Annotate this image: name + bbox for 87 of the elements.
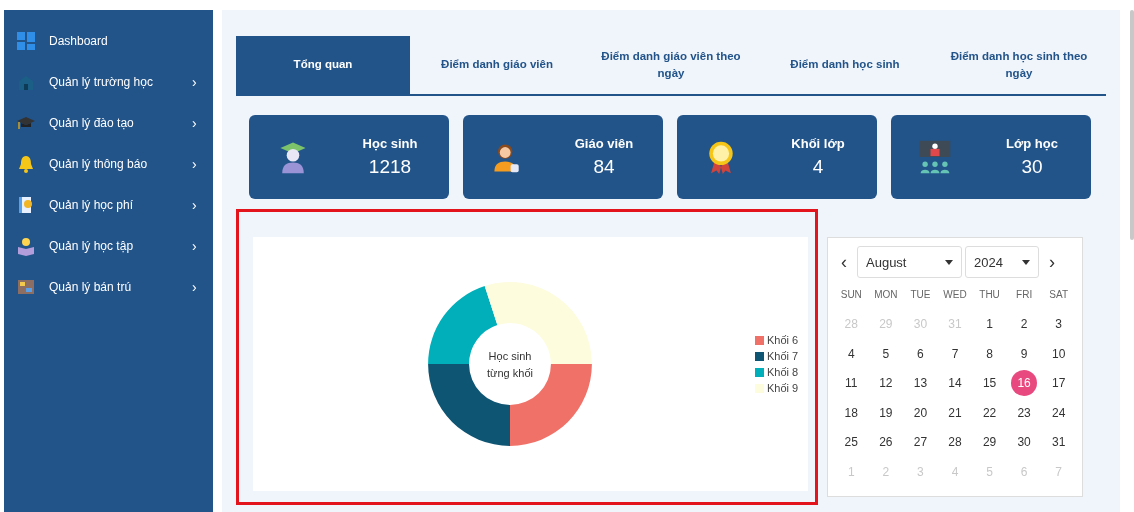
calendar-day[interactable]: 4 — [838, 340, 865, 367]
chevron-icon: › — [192, 278, 202, 295]
sidebar-label: Quản lý học phí — [49, 197, 135, 212]
scrollbar[interactable] — [1130, 10, 1134, 240]
previous-month-button[interactable]: ‹ — [834, 251, 854, 273]
sidebar-label: Quản lý đào tạo — [49, 115, 135, 130]
grid-icon — [16, 30, 36, 51]
sidebar-item[interactable]: Quản lý học tập › — [4, 225, 213, 266]
chart-center-label: Học sinh từng khối — [486, 348, 534, 381]
calendar-day[interactable]: 30 — [1011, 429, 1038, 456]
calendar-day[interactable]: 6 — [907, 340, 934, 367]
month-dropdown[interactable]: August — [857, 246, 962, 278]
tab[interactable]: Điểm danh giáo viên theo ngày — [584, 36, 758, 94]
calendar-day[interactable]: 16 — [1011, 370, 1038, 397]
calendar-day[interactable]: 2 — [1011, 311, 1038, 338]
sidebar-label: Quản lý bán trú — [49, 279, 133, 294]
calendar-day[interactable]: 15 — [976, 370, 1003, 397]
chevron-icon: › — [192, 155, 202, 172]
chevron-icon: › — [192, 73, 202, 90]
calendar-day[interactable]: 10 — [1045, 340, 1072, 367]
calendar-day[interactable]: 3 — [1045, 311, 1072, 338]
stat-value: 4 — [812, 156, 824, 178]
stat-label: Khối lớp — [791, 136, 845, 151]
weekday-label: TUE — [909, 289, 932, 301]
stat-value: 30 — [1021, 156, 1043, 178]
sidebar-item[interactable]: Quản lý đào tạo › — [4, 102, 213, 143]
stat-value: 1218 — [368, 156, 412, 178]
legend-label: Khối 6 — [767, 334, 799, 346]
calendar-day[interactable]: 8 — [976, 340, 1003, 367]
next-month-button[interactable]: › — [1042, 251, 1062, 273]
caret-icon — [945, 259, 953, 265]
calendar-day[interactable]: 13 — [907, 370, 934, 397]
calendar-day[interactable]: 27 — [907, 429, 934, 456]
weekday-label: MON — [873, 289, 899, 301]
legend-label: Khối 7 — [767, 350, 799, 362]
tab[interactable]: Điểm danh giáo viên — [410, 36, 584, 94]
calendar-day[interactable]: 22 — [976, 399, 1003, 426]
calendar-day[interactable]: 18 — [838, 399, 865, 426]
classroom-icon — [917, 139, 953, 175]
weekday-label: FRI — [1015, 289, 1034, 301]
sidebar-label: Quản lý trường học — [49, 74, 154, 89]
caret-icon — [1022, 259, 1030, 265]
calendar-day[interactable]: 26 — [872, 429, 899, 456]
calendar-day[interactable]: 7 — [942, 340, 968, 367]
sidebar-label: Quản lý học tập — [49, 238, 135, 253]
calendar-day[interactable]: 12 — [872, 370, 899, 397]
chevron-icon: › — [192, 196, 202, 213]
calendar-day[interactable]: 14 — [942, 370, 968, 397]
calendar-day[interactable]: 29 — [976, 429, 1003, 456]
calendar-day[interactable]: 25 — [838, 429, 865, 456]
calendar-day[interactable]: 1 — [976, 311, 1003, 338]
sidebar-item[interactable]: Dashboard — [4, 20, 213, 61]
sidebar-item[interactable]: Quản lý học phí › — [4, 184, 213, 225]
sidebar-label: Quản lý thông báo — [49, 156, 149, 171]
tab[interactable]: Điểm danh học sinh theo ngày — [932, 36, 1106, 94]
calendar-day[interactable]: 31 — [1045, 429, 1072, 456]
sidebar-item[interactable]: Quản lý thông báo › — [4, 143, 213, 184]
calendar-day[interactable]: 24 — [1045, 399, 1072, 426]
stat-label: Lớp học — [1006, 136, 1058, 151]
weekday-label: WED — [942, 289, 968, 301]
sidebar-label: Dashboard — [49, 33, 109, 48]
calendar-day[interactable]: 11 — [838, 370, 865, 397]
weekday-label: SUN — [839, 289, 863, 301]
calendar-day[interactable]: 17 — [1045, 370, 1072, 397]
bell-icon — [16, 153, 36, 174]
stat-label: Học sinh — [362, 136, 418, 151]
calendar-day[interactable]: 23 — [1011, 399, 1038, 426]
weekday-label: THU — [978, 289, 1001, 301]
legend-label: Khối 9 — [767, 382, 799, 394]
calendar-day[interactable]: 19 — [872, 399, 899, 426]
calendar-day[interactable]: 20 — [907, 399, 934, 426]
calendar-day[interactable]: 21 — [942, 399, 968, 426]
stat-value: 84 — [593, 156, 615, 178]
tab[interactable]: Điểm danh học sinh — [758, 36, 932, 94]
calendar-day[interactable]: 5 — [872, 340, 899, 367]
weekday-label: SAT — [1048, 289, 1070, 301]
sidebar-item[interactable]: Quản lý bán trú › — [4, 266, 213, 307]
lightbulb-icon — [16, 235, 36, 256]
year-dropdown[interactable]: 2024 — [965, 246, 1039, 278]
chevron-icon: › — [192, 237, 202, 254]
chevron-icon: › — [192, 114, 202, 131]
stat-label: Giáo viên — [574, 136, 634, 151]
tab[interactable]: Tổng quan — [236, 36, 410, 94]
legend-label: Khối 8 — [767, 366, 799, 378]
calendar-day[interactable]: 9 — [1011, 340, 1038, 367]
sidebar-item[interactable]: Quản lý trường học › — [4, 61, 213, 102]
calendar-day[interactable]: 28 — [942, 429, 968, 456]
